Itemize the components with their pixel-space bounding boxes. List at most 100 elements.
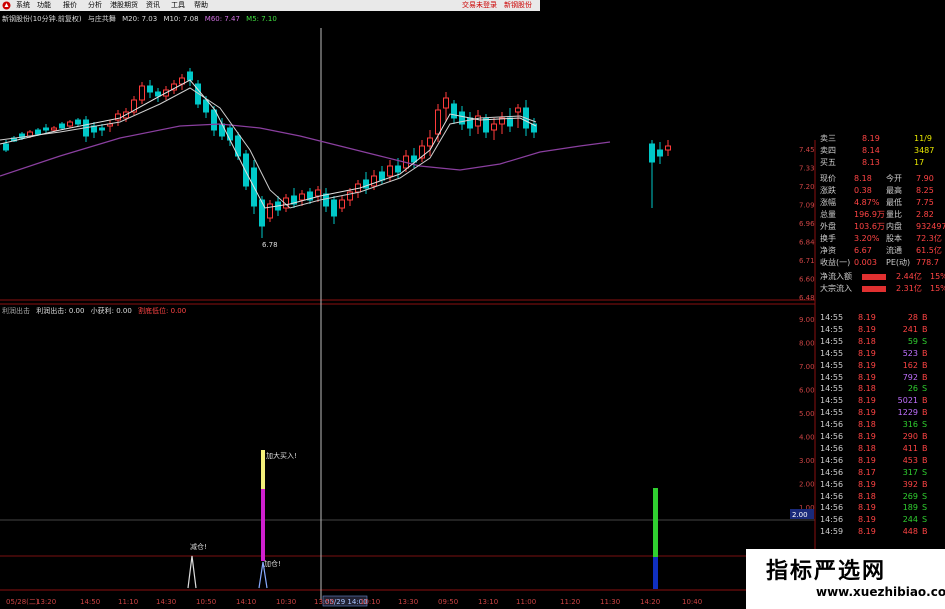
money-flow-bar [862,286,886,292]
watermark-title: 指标严选网 [766,559,887,584]
candle-body [267,203,273,219]
signal-buy-bar-magenta [261,489,265,561]
price-axis-label: 7.33 [799,165,815,173]
candle-body [211,109,217,131]
price-axis-label: 7.20 [799,183,815,191]
candle-body [259,199,265,227]
tick-row[interactable]: 14:55 8.19 28 B [816,312,945,323]
indicator-axis-label: 7.00 [799,363,815,371]
quote-stat-value: 6.67 [854,246,872,255]
tick-row[interactable]: 14:55 8.19 162 B [816,360,945,371]
order-book-label: 卖三 [820,134,836,143]
order-book-row[interactable]: 卖三 8.19 11/9 [816,133,945,144]
tick-volume: 162 [902,360,918,370]
candle-body [243,153,249,187]
tick-price: 8.19 [858,360,876,370]
tick-price: 8.18 [858,491,876,501]
signal-buy-bar-yellow [261,450,265,489]
tick-time: 14:55 [820,360,844,370]
candle-body [315,189,321,197]
tick-row[interactable]: 14:55 8.18 26 S [816,383,945,394]
tick-row[interactable]: 14:55 8.19 792 B [816,372,945,383]
tick-volume: 59 [907,336,918,346]
tick-row[interactable]: 14:59 8.19 448 B [816,526,945,537]
tick-row[interactable]: 14:55 8.19 241 B [816,324,945,335]
candle-body [443,97,449,109]
quote-stat-value: 4.87% [854,198,880,207]
tick-row[interactable]: 14:56 8.19 453 B [816,455,945,466]
order-book-volume: 11/9 [914,134,932,143]
tick-price: 8.19 [858,408,876,418]
time-axis-label: 14:10 [236,598,256,606]
tick-price: 8.19 [858,432,876,441]
tick-time: 14:59 [820,527,844,537]
quote-stat-label: 净资 [820,246,836,255]
price-axis-label: 6.48 [799,294,815,302]
time-axis-label: 09:50 [438,598,458,606]
watermark-banner: 指标严选网 www.xuezhibiao.com [746,549,945,609]
tick-volume: 411 [902,443,918,453]
quote-stat-value: 61.5亿 [916,246,942,255]
tick-row[interactable]: 14:56 8.19 392 B [816,479,945,490]
price-axis-label: 6.96 [799,220,815,228]
tick-side: S [922,467,928,477]
tick-price: 8.17 [858,467,876,477]
tick-row[interactable]: 14:56 8.18 411 B [816,443,945,454]
quote-stat-value: 7.75 [916,198,934,207]
tick-row[interactable]: 14:56 8.18 316 S [816,419,945,430]
tick-side: S [922,336,928,346]
tick-side: B [922,527,928,537]
tick-row[interactable]: 14:55 8.19 1229 B [816,407,945,418]
signal-bar-green [653,488,658,557]
quote-stat-row: 净资 6.67 流通 61.5亿 [816,245,945,256]
tick-side: S [922,384,928,394]
tick-row[interactable]: 14:55 8.19 523 B [816,348,945,359]
tick-side: B [922,372,928,382]
tick-row[interactable]: 14:56 8.18 269 S [816,491,945,502]
tick-side: B [922,455,928,465]
candle-body [665,145,671,151]
order-book-row[interactable]: 买五 8.13 17 [816,157,945,168]
tick-price: 8.19 [858,515,876,525]
money-flow-pct: 15% [930,272,945,281]
tick-row[interactable]: 14:56 8.19 290 B [816,431,945,442]
quote-stat-label: 量比 [886,210,902,219]
candle-body [35,129,41,135]
chart-canvas[interactable]: 6.78 7.45 7.33 7.20 7.09 6.96 6.84 6.71 6.60 6.4… [0,0,945,609]
tick-volume: 290 [902,432,918,441]
tick-row[interactable]: 14:55 8.19 5021 B [816,395,945,406]
quote-stat-row: 涨幅 4.87% 最低 7.75 [816,197,945,208]
tick-side: B [922,396,928,406]
signal-reduce-triangle [187,555,197,589]
indicator-axis-label: 9.00 [799,316,815,324]
candle-body [219,123,225,137]
tick-row[interactable]: 14:55 8.18 59 S [816,336,945,347]
quote-stat-value: 932497 [916,222,945,231]
signal-reduce-label: 减仓! [190,542,207,551]
tick-row[interactable]: 14:56 8.19 189 S [816,502,945,513]
candle-body [515,107,521,113]
tick-time: 14:55 [820,313,844,322]
order-book-row[interactable]: 卖四 8.14 3487 [816,145,945,156]
order-book-price: 8.14 [862,146,880,155]
tick-time: 14:56 [820,491,844,501]
money-flow-pct: 15% [930,284,945,293]
tick-row[interactable]: 14:56 8.17 317 S [816,467,945,478]
tick-row[interactable]: 14:56 8.19 244 S [816,514,945,525]
tick-side: S [922,515,928,525]
order-book-price: 8.13 [862,158,880,167]
time-axis-label: 13:50 [314,598,334,606]
quote-stat-row: 总量 196.9万 量比 2.82 [816,209,945,220]
candle-body [59,123,65,129]
tick-side: B [922,408,928,418]
indicator-axis-label: 5.00 [799,410,815,418]
quote-stat-value: 8.25 [916,186,934,195]
candle-body [187,71,193,81]
candle-body [227,127,233,141]
tick-side: B [922,324,928,334]
candle-body [67,121,73,127]
time-axis-label: 14:50 [80,598,100,606]
ma10-line [0,79,537,209]
candle-body [657,149,663,157]
tick-volume: 453 [902,455,918,465]
